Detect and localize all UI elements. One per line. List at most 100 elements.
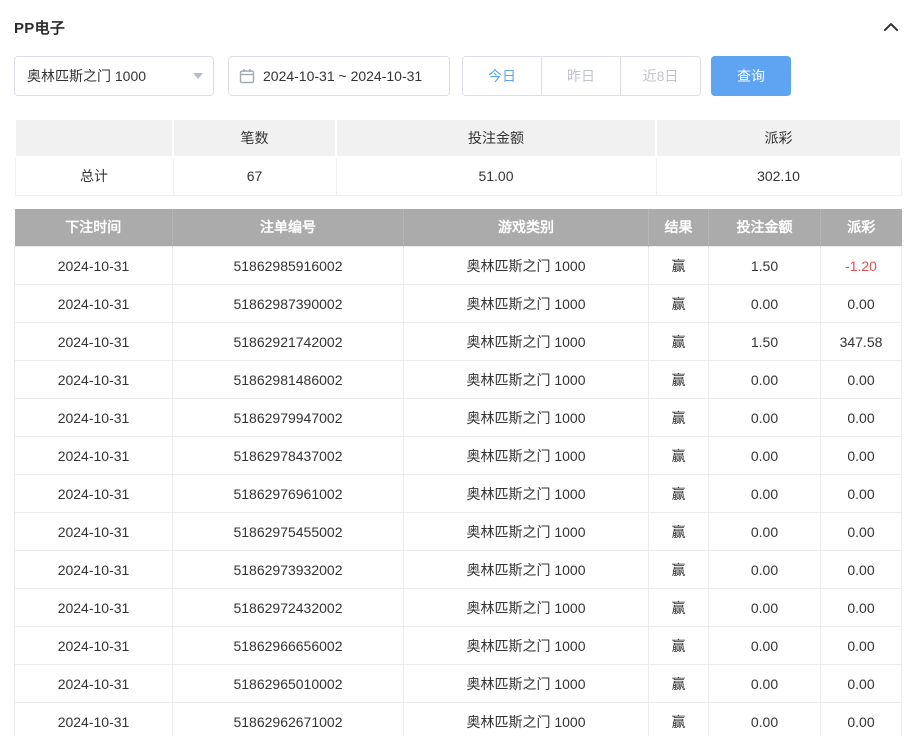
cell-bet-amount: 0.00 — [709, 627, 821, 665]
cell-payout: -1.20 — [821, 247, 902, 285]
cell-payout: 0.00 — [821, 475, 902, 513]
cell-bet-time: 2024-10-31 — [15, 323, 173, 361]
cell-payout: 0.00 — [821, 703, 902, 736]
cell-payout: 0.00 — [821, 399, 902, 437]
game-select-value: 奥林匹斯之门 1000 — [27, 66, 146, 86]
cell-result: 赢 — [649, 513, 709, 551]
header-game-type: 游戏类别 — [404, 209, 649, 247]
cell-bet-id: 51862975455002 — [173, 513, 404, 551]
cell-result: 赢 — [649, 285, 709, 323]
cell-bet-amount: 0.00 — [709, 437, 821, 475]
table-row: 2024-10-3151862965010002奥林匹斯之门 1000赢 0.00… — [15, 665, 902, 703]
cell-bet-amount: 0.00 — [709, 589, 821, 627]
cell-bet-amount: 1.50 — [709, 323, 821, 361]
header-bet-amount: 投注金额 — [709, 209, 821, 247]
search-button[interactable]: 查询 — [711, 56, 791, 96]
table-row: 2024-10-3151862972432002奥林匹斯之门 1000赢0.00… — [15, 589, 902, 627]
cell-game-type: 奥林匹斯之门 1000 — [404, 551, 649, 589]
cell-game-type: 奥林匹斯之门 1000 — [404, 665, 649, 703]
cell-bet-id: 51862981486002 — [173, 361, 404, 399]
cell-bet-time: 2024-10-31 — [15, 589, 173, 627]
cell-bet-amount: 0.00 — [709, 475, 821, 513]
cell-payout: 0.00 — [821, 589, 902, 627]
cell-bet-time: 2024-10-31 — [15, 627, 173, 665]
header-bet-id: 注单编号 — [173, 209, 404, 247]
summary-total-bet-amount: 51.00 — [336, 157, 656, 195]
cell-bet-time: 2024-10-31 — [15, 285, 173, 323]
panel-header: PP电子 — [14, 14, 902, 40]
date-range-picker[interactable]: 2024-10-31 ~ 2024-10-31 — [228, 56, 450, 96]
header-payout: 派彩 — [821, 209, 902, 247]
cell-bet-time: 2024-10-31 — [15, 399, 173, 437]
cell-result: 赢 — [649, 323, 709, 361]
cell-result: 赢 — [649, 361, 709, 399]
cell-bet-id: 51862965010002 — [173, 665, 404, 703]
cell-game-type: 奥林匹斯之门 1000 — [404, 475, 649, 513]
table-row: 2024-10-3151862978437002奥林匹斯之门 1000赢0.00… — [15, 437, 902, 475]
yesterday-button[interactable]: 昨日 — [542, 57, 621, 95]
cell-bet-time: 2024-10-31 — [15, 475, 173, 513]
table-row: 2024-10-3151862976961002奥林匹斯之门 1000赢0.00… — [15, 475, 902, 513]
cell-payout: 0.00 — [821, 513, 902, 551]
cell-game-type: 奥林匹斯之门 1000 — [404, 703, 649, 736]
cell-bet-time: 2024-10-31 — [15, 437, 173, 475]
cell-game-type: 奥林匹斯之门 1000 — [404, 361, 649, 399]
cell-game-type: 奥林匹斯之门 1000 — [404, 323, 649, 361]
header-bet-time: 下注时间 — [15, 209, 173, 247]
cell-bet-id: 51862972432002 — [173, 589, 404, 627]
cell-game-type: 奥林匹斯之门 1000 — [404, 513, 649, 551]
cell-payout: 0.00 — [821, 285, 902, 323]
table-row: 2024-10-3151862981486002奥林匹斯之门 1000赢 0.00… — [15, 361, 902, 399]
cell-game-type: 奥林匹斯之门 1000 — [404, 627, 649, 665]
quick-date-buttons: 今日 昨日 近8日 — [462, 56, 701, 96]
cell-payout: 0.00 — [821, 665, 902, 703]
cell-result: 赢 — [649, 665, 709, 703]
table-row: 2024-10-3151862962671002奥林匹斯之门 1000赢0.00… — [15, 703, 902, 736]
cell-payout: 0.00 — [821, 437, 902, 475]
cell-payout: 347.58 — [821, 323, 902, 361]
pp-electronic-panel: PP电子 奥林匹斯之门 1000 2024-10-31 ~ 2024-10-31… — [0, 0, 916, 736]
cell-bet-time: 2024-10-31 — [15, 665, 173, 703]
date-range-value: 2024-10-31 ~ 2024-10-31 — [263, 68, 422, 84]
table-row: 2024-10-3151862973932002奥林匹斯之门 1000赢0.00… — [15, 551, 902, 589]
cell-game-type: 奥林匹斯之门 1000 — [404, 437, 649, 475]
cell-game-type: 奥林匹斯之门 1000 — [404, 285, 649, 323]
cell-bet-amount: 0.00 — [709, 285, 821, 323]
cell-bet-id: 51862966656002 — [173, 627, 404, 665]
cell-result: 赢 — [649, 589, 709, 627]
cell-result: 赢 — [649, 551, 709, 589]
bet-records-body: 2024-10-3151862985916002奥林匹斯之门 1000赢1.50… — [15, 247, 902, 736]
cell-result: 赢 — [649, 703, 709, 736]
summary-header-payout: 派彩 — [656, 119, 901, 157]
summary-table: 笔数 投注金额 派彩 总计 67 51.00 302.10 — [14, 118, 902, 196]
cell-bet-time: 2024-10-31 — [15, 513, 173, 551]
cell-bet-amount: 0.00 — [709, 513, 821, 551]
table-row: 2024-10-3151862987390002奥林匹斯之门 1000赢0.00… — [15, 285, 902, 323]
calendar-icon — [239, 68, 255, 84]
collapse-chevron-icon[interactable] — [880, 16, 902, 38]
table-row: 2024-10-3151862985916002奥林匹斯之门 1000赢1.50… — [15, 247, 902, 285]
last-8-days-button[interactable]: 近8日 — [621, 57, 700, 95]
table-row: 2024-10-3151862975455002奥林匹斯之门 1000赢0.00… — [15, 513, 902, 551]
today-button[interactable]: 今日 — [463, 57, 542, 95]
cell-bet-time: 2024-10-31 — [15, 361, 173, 399]
table-header-row: 下注时间 注单编号 游戏类别 结果 投注金额 派彩 — [15, 209, 902, 247]
summary-header-row: 笔数 投注金额 派彩 — [15, 119, 901, 157]
cell-bet-time: 2024-10-31 — [15, 703, 173, 736]
cell-result: 赢 — [649, 247, 709, 285]
cell-payout: 0.00 — [821, 627, 902, 665]
summary-total-payout: 302.10 — [656, 157, 901, 195]
cell-payout: 0.00 — [821, 361, 902, 399]
table-row: 2024-10-3151862921742002奥林匹斯之门 1000赢1.50… — [15, 323, 902, 361]
cell-game-type: 奥林匹斯之门 1000 — [404, 589, 649, 627]
cell-bet-id: 51862985916002 — [173, 247, 404, 285]
cell-result: 赢 — [649, 437, 709, 475]
page-title: PP电子 — [14, 17, 65, 38]
header-result: 结果 — [649, 209, 709, 247]
cell-bet-id: 51862973932002 — [173, 551, 404, 589]
cell-bet-amount: 0.00 — [709, 703, 821, 736]
game-select[interactable]: 奥林匹斯之门 1000 — [14, 56, 214, 96]
cell-bet-time: 2024-10-31 — [15, 551, 173, 589]
cell-bet-amount: 0.00 — [709, 551, 821, 589]
cell-bet-id: 51862978437002 — [173, 437, 404, 475]
